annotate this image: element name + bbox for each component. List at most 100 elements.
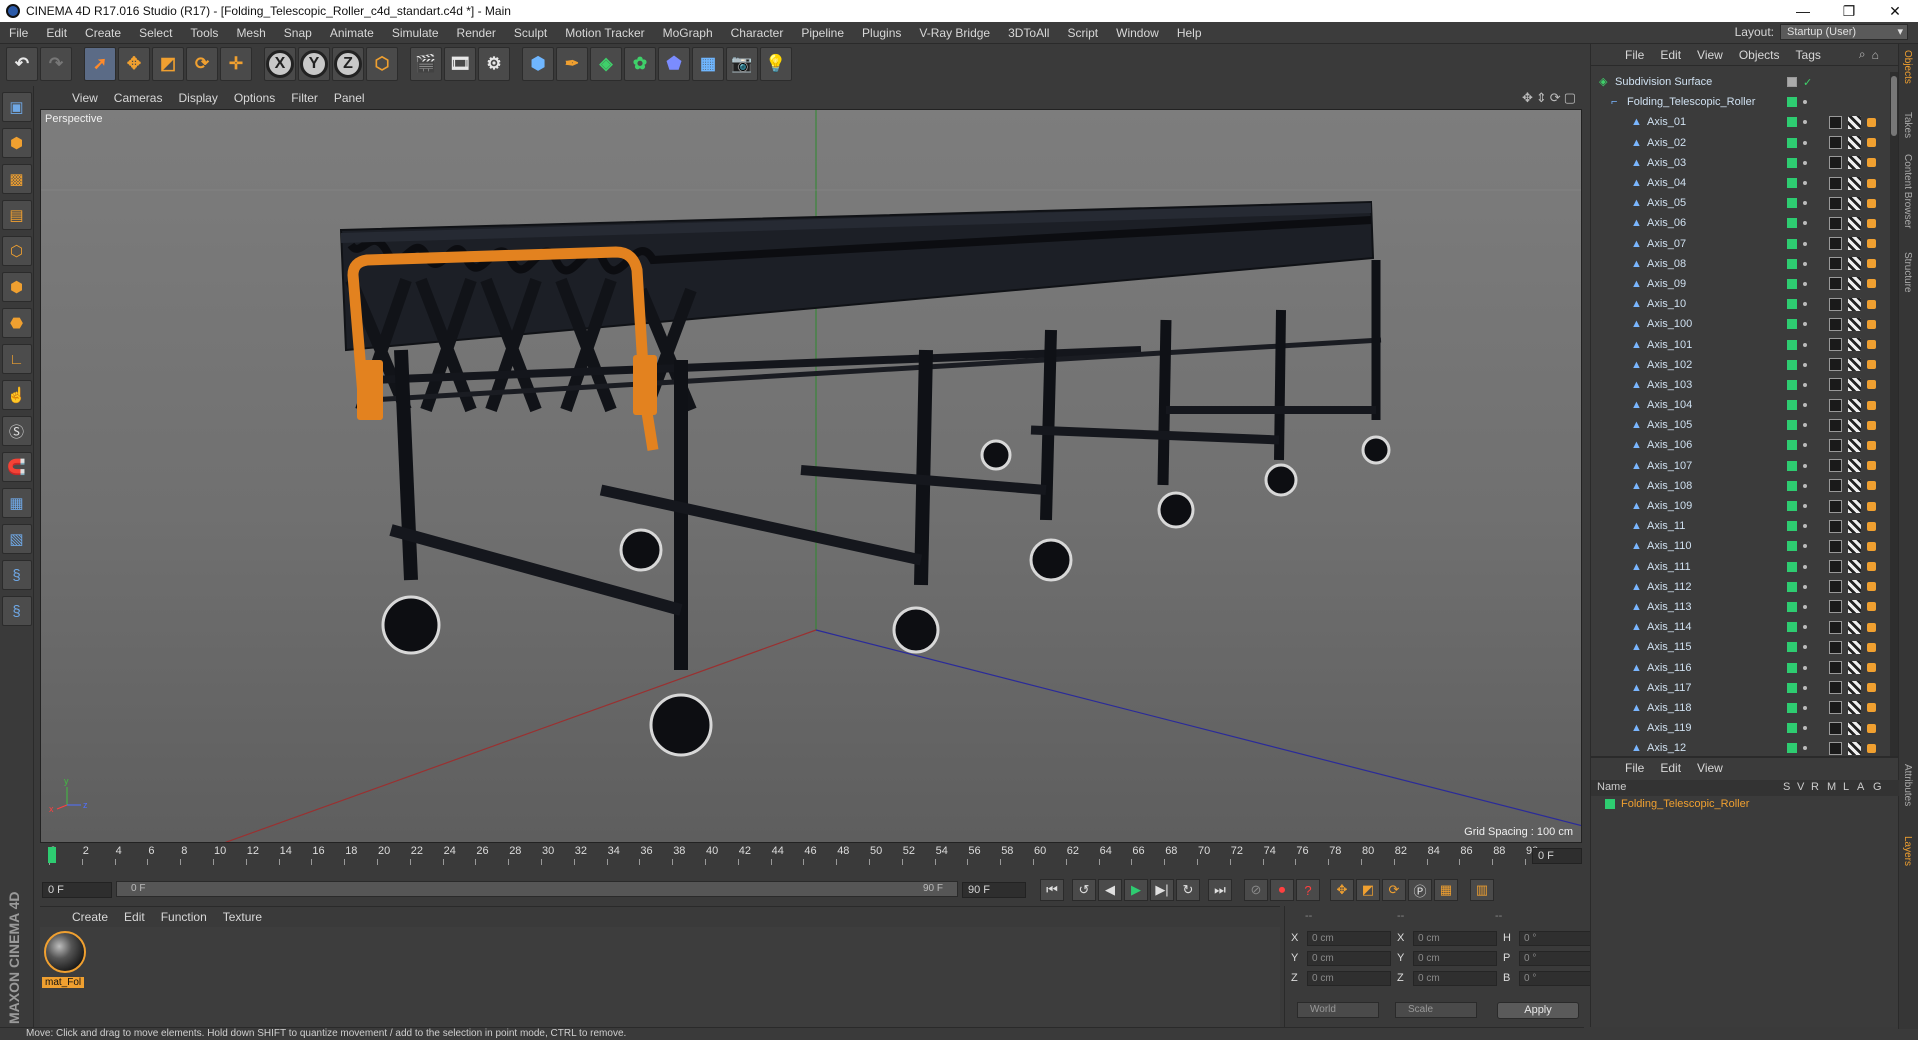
- material-tag-icon[interactable]: [1867, 340, 1876, 350]
- material-tag-icon[interactable]: [1867, 218, 1876, 228]
- object-menu-objects[interactable]: Objects: [1731, 48, 1788, 62]
- material-tag-icon[interactable]: [1867, 178, 1876, 188]
- material-name-label[interactable]: mat_Fol: [42, 977, 85, 988]
- deformer-icon[interactable]: ⬟: [658, 47, 690, 81]
- material-menu-edit[interactable]: Edit: [116, 910, 153, 924]
- perspective-viewport[interactable]: y z x Perspective Grid Spacing : 100 cm: [40, 109, 1582, 843]
- texture-tag-icon[interactable]: [1848, 600, 1861, 614]
- display-tag-icon[interactable]: [1829, 277, 1842, 291]
- layer-color-swatch[interactable]: [1787, 400, 1797, 411]
- viewport-menu-display[interactable]: Display: [170, 91, 225, 105]
- tab-attributes[interactable]: Attributes: [1902, 764, 1913, 806]
- layer-color-swatch[interactable]: [1787, 137, 1797, 148]
- visibility-dot[interactable]: [1803, 443, 1807, 448]
- points-mode-icon[interactable]: ⬡: [1, 236, 32, 266]
- python-script-icon[interactable]: §: [1, 560, 32, 590]
- texture-tag-icon[interactable]: [1848, 115, 1861, 129]
- visibility-dot[interactable]: [1803, 281, 1807, 286]
- layer-color-swatch[interactable]: [1787, 440, 1797, 451]
- key-position-icon[interactable]: ✥: [1330, 879, 1354, 901]
- object-menu-edit[interactable]: Edit: [1652, 48, 1689, 62]
- display-tag-icon[interactable]: [1829, 257, 1842, 271]
- cube-primitive-icon[interactable]: ⬢: [522, 47, 554, 81]
- menu-3dtoall[interactable]: 3DToAll: [999, 26, 1058, 40]
- visibility-dot[interactable]: [1803, 342, 1807, 347]
- menu-plugins[interactable]: Plugins: [853, 26, 910, 40]
- texture-tag-icon[interactable]: [1848, 620, 1861, 634]
- edges-mode-icon[interactable]: ⬢: [1, 272, 32, 302]
- layer-color-swatch[interactable]: [1787, 178, 1797, 189]
- layer-color-swatch[interactable]: [1787, 460, 1797, 471]
- go-to-end-icon[interactable]: ⏭: [1208, 879, 1232, 901]
- tree-row[interactable]: ▲ Axis_101: [1591, 334, 1891, 354]
- material-tag-icon[interactable]: [1867, 481, 1876, 491]
- tree-row[interactable]: ▲ Axis_04: [1591, 173, 1891, 193]
- visibility-dot[interactable]: [1803, 241, 1807, 246]
- tree-row[interactable]: ▲ Axis_115: [1591, 637, 1891, 657]
- texture-tag-icon[interactable]: [1848, 277, 1861, 291]
- tree-row[interactable]: ▲ Axis_114: [1591, 617, 1891, 637]
- tab-objects[interactable]: Objects: [1902, 50, 1913, 84]
- visibility-dot[interactable]: [1803, 362, 1807, 367]
- z-axis-lock-icon[interactable]: Z: [332, 47, 364, 81]
- display-tag-icon[interactable]: [1829, 580, 1842, 594]
- object-menu-view[interactable]: View: [1689, 48, 1731, 62]
- visibility-dot[interactable]: [1803, 645, 1807, 650]
- tree-row[interactable]: ▲ Axis_12: [1591, 738, 1891, 756]
- menu-file[interactable]: File: [0, 26, 37, 40]
- layer-name[interactable]: Folding_Telescopic_Roller: [1621, 798, 1749, 810]
- tab-layers[interactable]: Layers: [1902, 836, 1913, 866]
- tree-row[interactable]: ▲ Axis_110: [1591, 536, 1891, 556]
- layer-color-swatch[interactable]: [1787, 420, 1797, 431]
- menu-animate[interactable]: Animate: [321, 26, 383, 40]
- undo-icon[interactable]: ↶: [6, 47, 38, 81]
- layer-color-swatch[interactable]: [1787, 662, 1797, 673]
- orbit-view-icon[interactable]: ⟳: [1550, 90, 1561, 106]
- workplane-snap-icon[interactable]: ▧: [1, 524, 32, 554]
- tree-row[interactable]: ▲ Axis_06: [1591, 213, 1891, 233]
- display-tag-icon[interactable]: [1829, 459, 1842, 473]
- layer-menu-view[interactable]: View: [1689, 761, 1731, 775]
- visibility-dot[interactable]: [1803, 705, 1807, 710]
- visibility-dot[interactable]: [1803, 221, 1807, 226]
- tab-structure[interactable]: Structure: [1902, 252, 1913, 293]
- material-tag-icon[interactable]: [1867, 541, 1876, 551]
- layer-color-swatch[interactable]: [1787, 601, 1797, 612]
- layer-color-swatch[interactable]: [1787, 319, 1797, 330]
- visibility-dot[interactable]: [1803, 483, 1807, 488]
- tree-row[interactable]: ▲ Axis_108: [1591, 476, 1891, 496]
- texture-tag-icon[interactable]: [1848, 701, 1861, 715]
- position-z-field[interactable]: 0 cm: [1307, 970, 1391, 986]
- cloner-icon[interactable]: ✿: [624, 47, 656, 81]
- texture-tag-icon[interactable]: [1848, 580, 1861, 594]
- texture-tag-icon[interactable]: [1848, 741, 1861, 755]
- tree-row[interactable]: ▲ Axis_107: [1591, 456, 1891, 476]
- recent-tools-icon[interactable]: ✛: [220, 47, 252, 81]
- current-frame-field[interactable]: 0 F: [1532, 848, 1582, 864]
- minimize-button[interactable]: —: [1780, 0, 1826, 22]
- menu-sculpt[interactable]: Sculpt: [505, 26, 556, 40]
- render-picture-viewer-icon[interactable]: 🎞: [444, 47, 476, 81]
- visibility-dot[interactable]: [1803, 685, 1807, 690]
- material-menu-texture[interactable]: Texture: [215, 910, 270, 924]
- texture-tag-icon[interactable]: [1848, 317, 1861, 331]
- layer-color-swatch[interactable]: [1787, 642, 1797, 653]
- display-tag-icon[interactable]: [1829, 701, 1842, 715]
- menu-character[interactable]: Character: [722, 26, 793, 40]
- layer-color-swatch[interactable]: [1787, 117, 1797, 128]
- visibility-dot[interactable]: [1803, 665, 1807, 670]
- object-menu-file[interactable]: File: [1617, 48, 1652, 62]
- menu-create[interactable]: Create: [76, 26, 130, 40]
- key-point-level-icon[interactable]: ▦: [1434, 879, 1458, 901]
- menu-render[interactable]: Render: [448, 26, 505, 40]
- display-tag-icon[interactable]: [1829, 115, 1842, 129]
- texture-tag-icon[interactable]: [1848, 297, 1861, 311]
- texture-tag-icon[interactable]: [1848, 338, 1861, 352]
- viewport-menu-options[interactable]: Options: [226, 91, 283, 105]
- tree-row[interactable]: ▲ Axis_03: [1591, 153, 1891, 173]
- display-tag-icon[interactable]: [1829, 600, 1842, 614]
- material-tag-icon[interactable]: [1867, 703, 1876, 713]
- display-tag-icon[interactable]: [1829, 156, 1842, 170]
- menu-edit[interactable]: Edit: [37, 26, 76, 40]
- snap-icon[interactable]: 🧲: [1, 452, 32, 482]
